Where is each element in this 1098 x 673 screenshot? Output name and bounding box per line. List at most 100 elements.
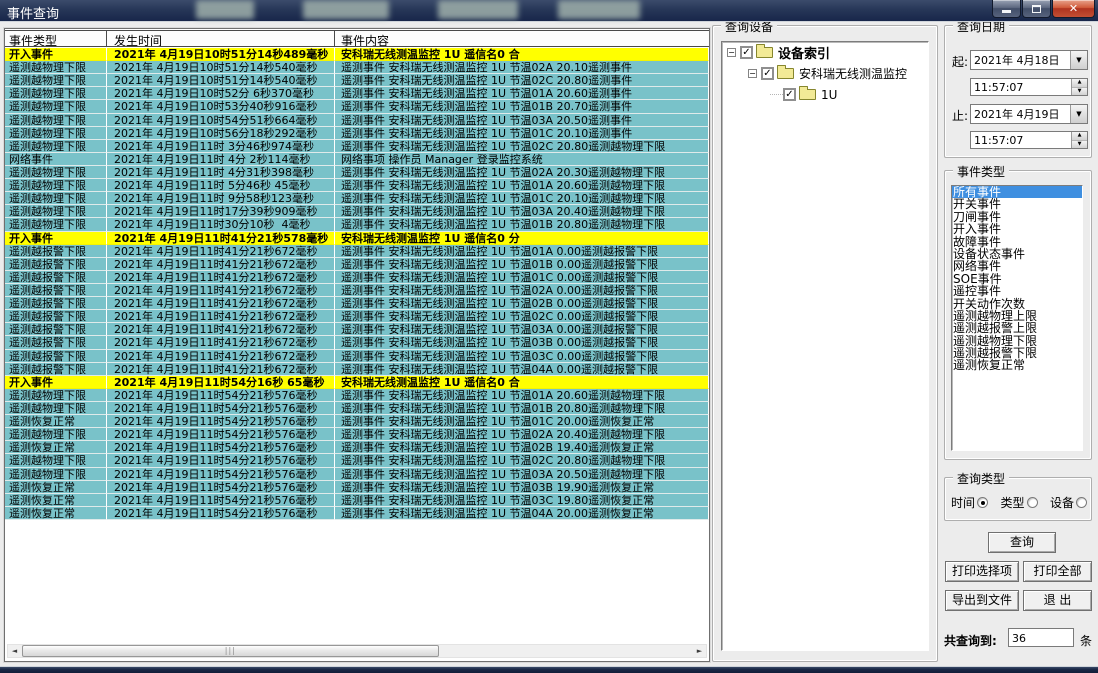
tree-item[interactable]: ✓1U	[722, 84, 928, 105]
event-type-option[interactable]: 遥测越报警上限	[952, 322, 1082, 334]
table-row[interactable]: 遥测越报警下限2021年 4月19日11时41分21秒672毫秒遥测事件 安科瑞…	[5, 336, 709, 349]
radio-icon[interactable]	[1076, 497, 1087, 508]
cell-content: 遥测事件 安科瑞无线测温监控 1U 节温01C 20.00遥测恢复正常	[335, 415, 709, 428]
spin-up-icon[interactable]: ▲	[1072, 79, 1087, 87]
event-type-option[interactable]: 网络事件	[952, 260, 1082, 272]
column-header-time[interactable]: 发生时间	[107, 31, 335, 46]
start-date-combo[interactable]: 2021年 4月18日 ▼	[970, 50, 1088, 70]
radio-checked-icon[interactable]	[977, 497, 988, 508]
maximize-button[interactable]	[1022, 0, 1051, 18]
start-time-field[interactable]: 11:57:07 ▲ ▼	[970, 78, 1088, 96]
spin-down-icon[interactable]: ▼	[1072, 140, 1087, 149]
event-type-list[interactable]: 所有事件开关事件刀闸事件开入事件故障事件设备状态事件网络事件SOE事件遥控事件开…	[951, 185, 1083, 451]
table-row[interactable]: 遥测越报警下限2021年 4月19日11时41分21秒672毫秒遥测事件 安科瑞…	[5, 284, 709, 297]
background-window-tab	[303, 0, 389, 19]
scroll-left-icon[interactable]: ◄	[8, 645, 21, 657]
print-selected-button[interactable]: 打印选择项	[945, 561, 1019, 582]
table-row[interactable]: 遥测越报警下限2021年 4月19日11时41分21秒672毫秒遥测事件 安科瑞…	[5, 310, 709, 323]
minimize-button[interactable]	[992, 0, 1021, 18]
column-header-content[interactable]: 事件内容	[335, 31, 709, 46]
table-row[interactable]: 遥测越物理下限2021年 4月19日10时51分14秒540毫秒遥测事件 安科瑞…	[5, 74, 709, 87]
table-row[interactable]: 遥测越物理下限2021年 4月19日10时51分14秒540毫秒遥测事件 安科瑞…	[5, 61, 709, 74]
table-row[interactable]: 遥测恢复正常2021年 4月19日11时54分21秒576毫秒遥测事件 安科瑞无…	[5, 494, 709, 507]
query-button[interactable]: 查询	[988, 532, 1056, 553]
table-row[interactable]: 遥测越物理下限2021年 4月19日11时54分21秒576毫秒遥测事件 安科瑞…	[5, 402, 709, 415]
table-row[interactable]: 遥测越报警下限2021年 4月19日11时41分21秒672毫秒遥测事件 安科瑞…	[5, 271, 709, 284]
horizontal-scrollbar[interactable]: ◄ ||| ►	[7, 644, 707, 658]
table-row[interactable]: 遥测越物理下限2021年 4月19日10时52分 6秒370毫秒遥测事件 安科瑞…	[5, 87, 709, 100]
tree-item[interactable]: −✓安科瑞无线测温监控	[722, 63, 928, 84]
table-row[interactable]: 遥测越报警下限2021年 4月19日11时41分21秒672毫秒遥测事件 安科瑞…	[5, 363, 709, 376]
checkbox-checked-icon[interactable]: ✓	[740, 46, 753, 59]
event-type-option[interactable]: 遥控事件	[952, 285, 1082, 297]
table-row[interactable]: 遥测越物理下限2021年 4月19日11时54分21秒576毫秒遥测事件 安科瑞…	[5, 468, 709, 481]
event-type-option[interactable]: 开关事件	[952, 198, 1082, 210]
cell-time: 2021年 4月19日11时41分21秒672毫秒	[107, 245, 335, 258]
table-row[interactable]: 遥测恢复正常2021年 4月19日11时54分21秒576毫秒遥测事件 安科瑞无…	[5, 507, 709, 520]
checkbox-checked-icon[interactable]: ✓	[783, 88, 796, 101]
query-type-option[interactable]: 设备	[1050, 494, 1087, 511]
table-row[interactable]: 遥测越物理下限2021年 4月19日11时54分21秒576毫秒遥测事件 安科瑞…	[5, 389, 709, 402]
table-row[interactable]: 遥测越物理下限2021年 4月19日11时54分21秒576毫秒遥测事件 安科瑞…	[5, 428, 709, 441]
table-row[interactable]: 遥测越物理下限2021年 4月19日11时 4分31秒398毫秒遥测事件 安科瑞…	[5, 166, 709, 179]
cell-content: 遥测事件 安科瑞无线测温监控 1U 节温02B 0.00遥测越报警下限	[335, 297, 709, 310]
print-all-button[interactable]: 打印全部	[1023, 561, 1092, 582]
end-date-label: 止:	[952, 107, 968, 124]
checkbox-checked-icon[interactable]: ✓	[761, 67, 774, 80]
cell-event-type: 遥测越物理下限	[5, 74, 107, 87]
table-row[interactable]: 网络事件2021年 4月19日11时 4分 2秒114毫秒网络事项 操作员 Ma…	[5, 153, 709, 166]
cell-event-type: 遥测越物理下限	[5, 166, 107, 179]
table-row[interactable]: 开入事件2021年 4月19日10时51分14秒489毫秒安科瑞无线测温监控 1…	[5, 48, 709, 61]
export-to-file-button[interactable]: 导出到文件	[945, 590, 1019, 611]
tree-collapse-icon[interactable]: −	[727, 48, 736, 57]
column-header-event-type[interactable]: 事件类型	[5, 31, 107, 46]
table-row[interactable]: 遥测越报警下限2021年 4月19日11时41分21秒672毫秒遥测事件 安科瑞…	[5, 258, 709, 271]
cell-time: 2021年 4月19日10时51分14秒540毫秒	[107, 74, 335, 87]
scrollbar-track[interactable]: |||	[21, 645, 693, 657]
folder-icon	[777, 68, 794, 79]
table-row[interactable]: 遥测恢复正常2021年 4月19日11时54分21秒576毫秒遥测事件 安科瑞无…	[5, 481, 709, 494]
tree-item[interactable]: −✓设备索引	[722, 42, 928, 63]
table-row[interactable]: 遥测越报警下限2021年 4月19日11时41分21秒672毫秒遥测事件 安科瑞…	[5, 245, 709, 258]
table-row[interactable]: 遥测恢复正常2021年 4月19日11时54分21秒576毫秒遥测事件 安科瑞无…	[5, 441, 709, 454]
start-time-spinner[interactable]: ▲ ▼	[1071, 79, 1087, 95]
spin-up-icon[interactable]: ▲	[1072, 132, 1087, 140]
chevron-down-icon[interactable]: ▼	[1070, 51, 1087, 69]
query-type-group: 查询类型 时间类型设备	[944, 477, 1092, 521]
scrollbar-thumb[interactable]: |||	[22, 645, 439, 657]
table-row[interactable]: 遥测越物理下限2021年 4月19日11时30分10秒 4毫秒遥测事件 安科瑞无…	[5, 218, 709, 231]
result-count-field[interactable]: 36	[1008, 628, 1074, 647]
cell-time: 2021年 4月19日11时54分21秒576毫秒	[107, 468, 335, 481]
chevron-down-icon[interactable]: ▼	[1070, 105, 1087, 123]
spin-down-icon[interactable]: ▼	[1072, 87, 1087, 96]
end-time-spinner[interactable]: ▲ ▼	[1071, 132, 1087, 148]
table-row[interactable]: 遥测越物理下限2021年 4月19日10时56分18秒292毫秒遥测事件 安科瑞…	[5, 127, 709, 140]
table-row[interactable]: 遥测越物理下限2021年 4月19日11时 9分58秒123毫秒遥测事件 安科瑞…	[5, 192, 709, 205]
table-row[interactable]: 遥测越报警下限2021年 4月19日11时41分21秒672毫秒遥测事件 安科瑞…	[5, 350, 709, 363]
table-row[interactable]: 遥测越报警下限2021年 4月19日11时41分21秒672毫秒遥测事件 安科瑞…	[5, 323, 709, 336]
query-type-option[interactable]: 时间	[951, 494, 988, 511]
table-row[interactable]: 遥测越物理下限2021年 4月19日11时 5分46秒 45毫秒遥测事件 安科瑞…	[5, 179, 709, 192]
table-row[interactable]: 开入事件2021年 4月19日11时41分21秒578毫秒安科瑞无线测温监控 1…	[5, 232, 709, 245]
event-type-option[interactable]: 遥测恢复正常	[952, 359, 1082, 371]
table-row[interactable]: 遥测越物理下限2021年 4月19日11时54分21秒576毫秒遥测事件 安科瑞…	[5, 454, 709, 467]
query-type-option[interactable]: 类型	[1000, 494, 1037, 511]
tree-collapse-icon[interactable]: −	[748, 69, 757, 78]
table-row[interactable]: 遥测越物理下限2021年 4月19日10时53分40秒916毫秒遥测事件 安科瑞…	[5, 100, 709, 113]
table-row[interactable]: 遥测越报警下限2021年 4月19日11时41分21秒672毫秒遥测事件 安科瑞…	[5, 297, 709, 310]
table-row[interactable]: 遥测恢复正常2021年 4月19日11时54分21秒576毫秒遥测事件 安科瑞无…	[5, 415, 709, 428]
cell-content: 遥测事件 安科瑞无线测温监控 1U 节温03B 19.90遥测恢复正常	[335, 481, 709, 494]
table-row[interactable]: 遥测越物理下限2021年 4月19日11时17分39秒909毫秒遥测事件 安科瑞…	[5, 205, 709, 218]
event-type-option[interactable]: 开入事件	[952, 223, 1082, 235]
close-button[interactable]: ✕	[1052, 0, 1095, 18]
table-row[interactable]: 遥测越物理下限2021年 4月19日11时 3分46秒974毫秒遥测事件 安科瑞…	[5, 140, 709, 153]
table-row[interactable]: 遥测越物理下限2021年 4月19日10时54分51秒664毫秒遥测事件 安科瑞…	[5, 114, 709, 127]
end-date-combo[interactable]: 2021年 4月19日 ▼	[970, 104, 1088, 124]
cell-event-type: 遥测越报警下限	[5, 350, 107, 363]
table-row[interactable]: 开入事件2021年 4月19日11时54分16秒 65毫秒安科瑞无线测温监控 1…	[5, 376, 709, 389]
end-time-field[interactable]: 11:57:07 ▲ ▼	[970, 131, 1088, 149]
radio-icon[interactable]	[1027, 497, 1038, 508]
scroll-right-icon[interactable]: ►	[693, 645, 706, 657]
exit-button[interactable]: 退 出	[1023, 590, 1092, 611]
cell-content: 安科瑞无线测温监控 1U 遥信名0 分	[335, 232, 709, 245]
